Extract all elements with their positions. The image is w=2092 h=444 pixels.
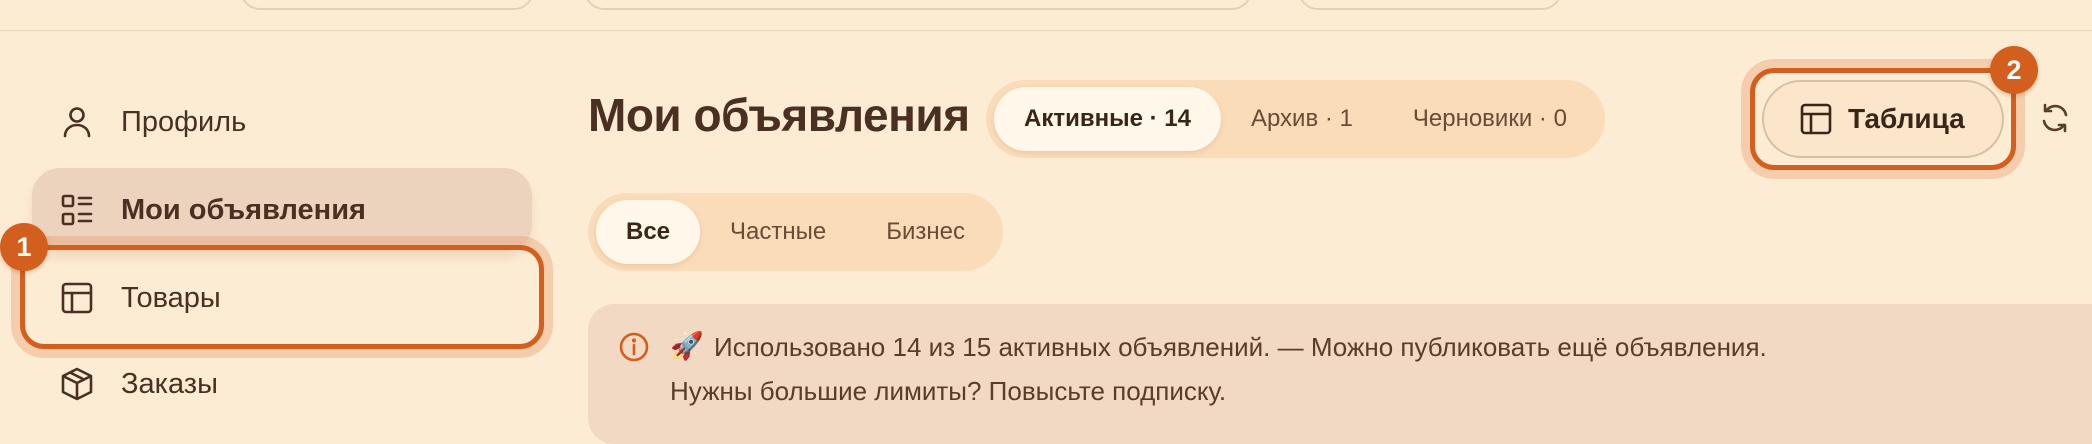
sidebar: Профиль Мои объявления Товары Заказы xyxy=(0,0,560,418)
filter-all[interactable]: Все xyxy=(596,200,701,264)
user-icon xyxy=(60,105,94,139)
tab-archive[interactable]: Архив · 1 xyxy=(1221,87,1383,151)
sidebar-item-profile[interactable]: Профиль xyxy=(32,80,532,164)
sidebar-item-label: Товары xyxy=(121,281,221,314)
top-pill-right[interactable] xyxy=(1298,0,1562,10)
page-title: Мои объявления xyxy=(588,89,970,141)
sidebar-item-products[interactable]: Товары xyxy=(32,256,532,340)
tab-active[interactable]: Активные · 14 xyxy=(994,87,1221,151)
table-view-label: Таблица xyxy=(1848,103,1965,134)
box-icon xyxy=(60,367,94,401)
tab-drafts[interactable]: Черновики · 0 xyxy=(1383,87,1597,151)
sidebar-item-label: Мои объявления xyxy=(121,193,366,226)
rocket-icon: 🚀 xyxy=(670,331,704,361)
sidebar-item-orders[interactable]: Заказы xyxy=(32,342,532,426)
refresh-button[interactable] xyxy=(2036,99,2074,137)
annotation-badge-2: 2 xyxy=(1990,46,2038,94)
subscription-notice: 🚀 Использовано 14 из 15 активных объявле… xyxy=(588,304,2092,444)
list-grid-icon xyxy=(60,193,94,227)
filter-business[interactable]: Бизнес xyxy=(856,200,995,264)
table-icon xyxy=(1800,103,1832,135)
sidebar-item-label: Профиль xyxy=(121,105,247,138)
filter-tabs: Все Частные Бизнес xyxy=(588,193,1003,271)
notice-upgrade-text[interactable]: Нужны большие лимиты? Повысьте подписку. xyxy=(670,376,1226,407)
notice-text: Использовано 14 из 15 активных объявлени… xyxy=(714,332,1767,362)
filter-private[interactable]: Частные xyxy=(700,200,856,264)
sidebar-item-my-listings[interactable]: Мои объявления xyxy=(32,168,532,252)
top-pill-middle[interactable] xyxy=(584,0,1252,10)
info-icon xyxy=(619,332,649,362)
refresh-icon xyxy=(2042,103,2068,133)
sidebar-item-label: Заказы xyxy=(121,367,218,400)
table-icon xyxy=(60,281,94,315)
status-tabs: Активные · 14 Архив · 1 Черновики · 0 xyxy=(986,80,1605,158)
table-view-button[interactable]: Таблица xyxy=(1762,80,2004,158)
annotation-badge-1: 1 xyxy=(0,223,48,271)
